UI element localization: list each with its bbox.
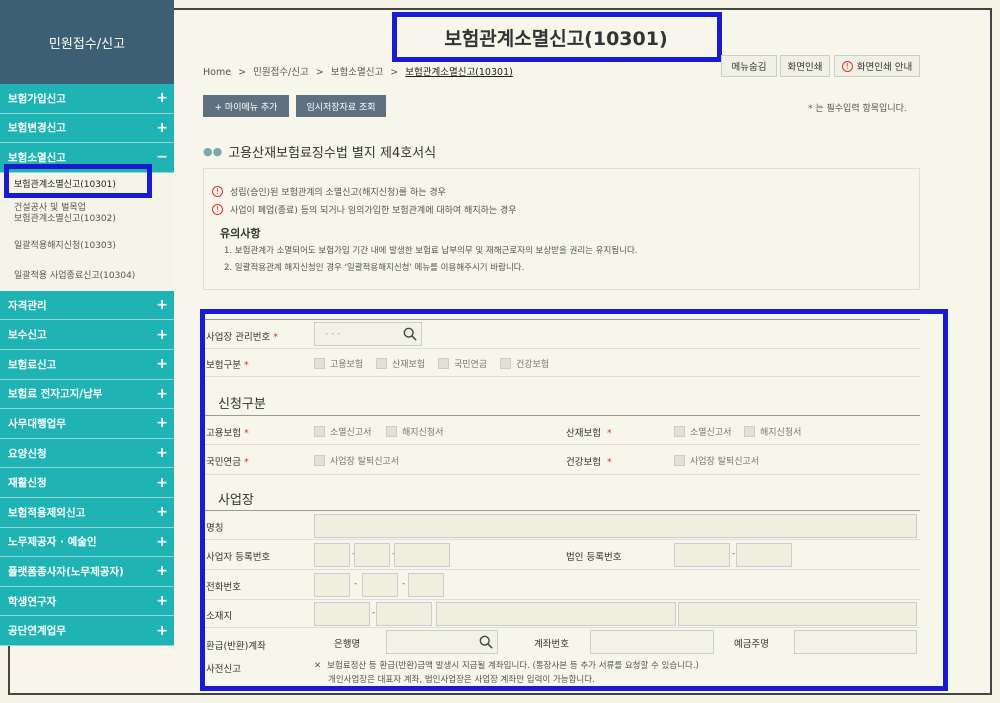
expand-plus-icon: + <box>156 504 168 521</box>
sidebar-item-bottom-0[interactable]: 자격관리 + <box>0 290 174 321</box>
breadcrumb-home[interactable]: Home <box>203 67 231 78</box>
sidebar-item-bottom-5[interactable]: 요양신청 + <box>0 438 174 469</box>
sidebar-item-label: 요양신청 <box>8 447 47 460</box>
required-note: * 는 필수입력 항목입니다. <box>808 104 907 114</box>
print-guide-button[interactable]: ! 화면인쇄 안내 <box>834 55 920 77</box>
sidebar-item-label: 사무대행업무 <box>8 417 66 430</box>
sidebar-item-label: 학생연구자 <box>8 595 57 608</box>
breadcrumb-item[interactable]: 민원접수/신고 <box>253 67 309 78</box>
section-title: ●● 고용산재보험료징수법 별지 제4호서식 <box>203 142 436 161</box>
sidebar-title: 민원접수/신고 <box>0 0 174 84</box>
info-box: ! 성립(승인)된 보험관계의 소멸신고(해지신청)를 하는 경우 ! 사업이 … <box>203 168 920 290</box>
expand-plus-icon: + <box>156 119 168 136</box>
sidebar-item-bottom-4[interactable]: 사무대행업무 + <box>0 409 174 439</box>
sidebar-item-bottom-3[interactable]: 보험료 전자고지/납부 + <box>0 379 174 410</box>
add-my-menu-button[interactable]: + 마이메뉴 추가 <box>203 95 289 117</box>
sidebar-item-label: 노무제공자 · 예술인 <box>8 536 97 549</box>
caution-line: 2. 일괄적용관계 해지신청인 경우 '일괄적용해지신청' 메뉴를 이용해주시기… <box>224 263 525 273</box>
caution-title: 유의사항 <box>220 227 261 240</box>
expand-plus-icon: + <box>156 474 168 491</box>
sidebar-item-bottom-6[interactable]: 재활신청 + <box>0 468 174 498</box>
expand-plus-icon: + <box>156 356 168 373</box>
sidebar-item-label: 보험료신고 <box>8 358 57 371</box>
bullet-dots-icon: ●● <box>203 145 223 158</box>
expand-plus-icon: + <box>156 622 168 639</box>
sidebar-item-bottom-7[interactable]: 보험적용제외신고 + <box>0 497 174 528</box>
breadcrumb-sep: > <box>238 67 247 78</box>
sidebar-item-label: 자격관리 <box>8 299 47 312</box>
expand-plus-icon: + <box>156 533 168 550</box>
alert-icon: ! <box>212 186 223 197</box>
sidebar-item-bottom-1[interactable]: 보수신고 + <box>0 320 174 350</box>
submenu-item-10303[interactable]: 일괄적용해지신청(10303) <box>0 238 174 255</box>
temp-save-lookup-button[interactable]: 임시저장자료 조회 <box>296 95 386 117</box>
sidebar-item-label: 보험가입신고 <box>8 92 66 105</box>
caution-line: 1. 보험관계가 소멸되어도 보험가입 기간 내에 발생한 보험료 납부의무 및… <box>224 246 638 256</box>
submenu-item-10304[interactable]: 일괄적용 사업종료신고(10304) <box>0 268 174 285</box>
section-title-text: 고용산재보험료징수법 별지 제4호서식 <box>228 146 437 161</box>
sidebar-item-bottom-11[interactable]: 공단연계업무 + <box>0 616 174 646</box>
breadcrumb-current: 보험관계소멸신고(10301) <box>405 67 513 78</box>
submenu-item-10302-line1[interactable]: 건설공사 및 벌목업 <box>0 200 174 214</box>
sidebar-item-bottom-2[interactable]: 보험료신고 + <box>0 349 174 380</box>
expand-plus-icon: + <box>156 385 168 402</box>
expand-plus-icon: + <box>156 326 168 343</box>
sidebar-item-label: 보수신고 <box>8 329 47 342</box>
breadcrumb-item[interactable]: 보험소멸신고 <box>331 67 383 78</box>
sidebar-item-label: 플랫폼종사자(노무제공자) <box>8 565 124 578</box>
sidebar: 민원접수/신고 보험가입신고 + 보험변경신고 + 보험소멸신고 − 보험관계소멸신고(1… <box>0 0 174 646</box>
warning-line: ! 사업이 폐업(종료) 등의 되거나 임의가입한 보험관계에 대하여 해지하는… <box>212 203 517 216</box>
sidebar-item-label: 보험료 전자고지/납부 <box>8 388 103 401</box>
sidebar-item-label: 보험소멸신고 <box>8 151 66 164</box>
expand-plus-icon: + <box>156 415 168 432</box>
warning-text: 성립(승인)된 보험관계의 소멸신고(해지신청)를 하는 경우 <box>230 188 446 198</box>
warning-text: 사업이 폐업(종료) 등의 되거나 임의가입한 보험관계에 대하여 해지하는 경… <box>230 206 517 216</box>
sidebar-item-top-1[interactable]: 보험변경신고 + <box>0 113 174 144</box>
highlight-box-form <box>200 309 948 691</box>
sidebar-item-label: 재활신청 <box>8 477 47 490</box>
sidebar-item-label: 공단연계업무 <box>8 625 66 638</box>
warning-line: ! 성립(승인)된 보험관계의 소멸신고(해지신청)를 하는 경우 <box>212 185 446 198</box>
collapse-minus-icon: − <box>156 149 168 166</box>
highlight-box-sidebar <box>4 164 152 198</box>
page-title: 보험관계소멸신고(10301) <box>444 27 668 50</box>
sidebar-item-bottom-10[interactable]: 학생연구자 + <box>0 586 174 617</box>
alert-icon: ! <box>841 60 853 72</box>
breadcrumb-sep: > <box>315 67 324 78</box>
sidebar-item-label: 보험적용제외신고 <box>8 506 86 519</box>
sidebar-item-bottom-8[interactable]: 노무제공자 · 예술인 + <box>0 527 174 558</box>
expand-plus-icon: + <box>156 593 168 610</box>
expand-plus-icon: + <box>156 445 168 462</box>
alert-icon: ! <box>212 204 223 215</box>
print-button[interactable]: 화면인쇄 <box>780 55 830 77</box>
breadcrumb: Home > 민원접수/신고 > 보험소멸신고 > 보험관계소멸신고(10301… <box>203 64 517 78</box>
hide-menu-button[interactable]: 메뉴숨김 <box>721 55 777 77</box>
expand-plus-icon: + <box>156 90 168 107</box>
sidebar-item-top-0[interactable]: 보험가입신고 + <box>0 84 174 114</box>
submenu-item-10302[interactable]: 보험관계소멸신고(10302) <box>0 214 174 228</box>
sidebar-item-bottom-9[interactable]: 플랫폼종사자(노무제공자) + <box>0 557 174 587</box>
breadcrumb-sep: > <box>390 67 399 78</box>
sidebar-item-label: 보험변경신고 <box>8 122 66 135</box>
expand-plus-icon: + <box>156 563 168 580</box>
expand-plus-icon: + <box>156 297 168 314</box>
print-guide-label: 화면인쇄 안내 <box>856 62 913 73</box>
